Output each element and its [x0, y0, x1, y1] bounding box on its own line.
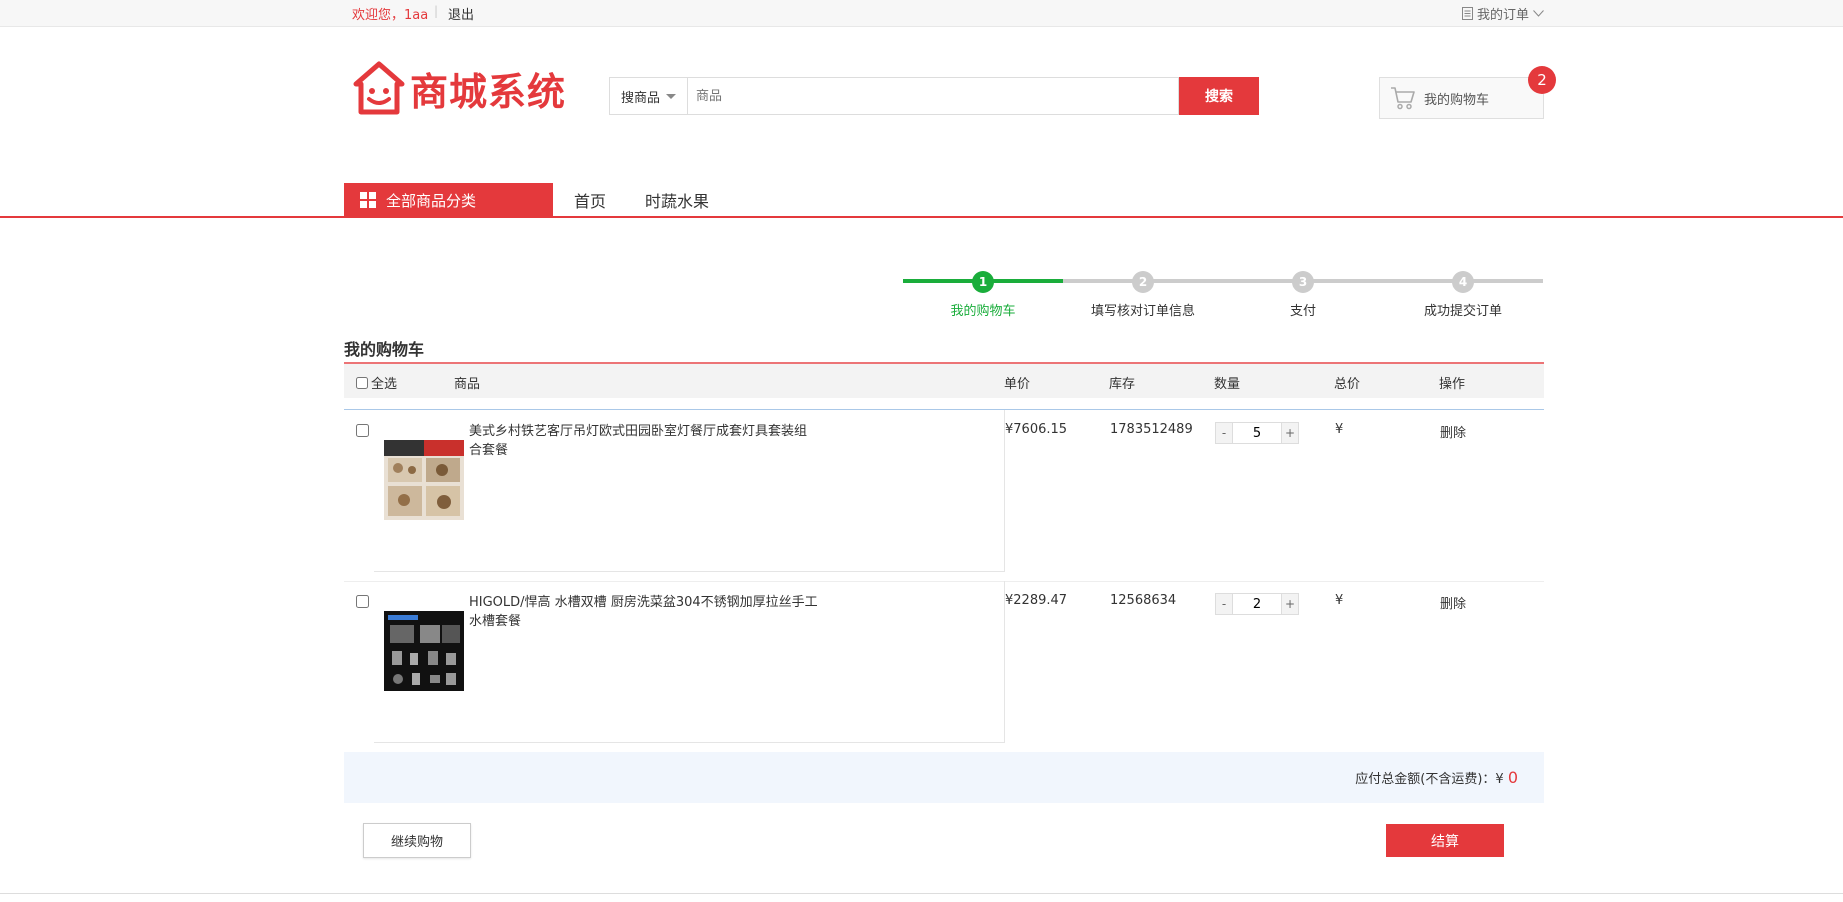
nav-link-vegetables-fruits[interactable]: 时蔬水果 — [645, 188, 709, 212]
step-3-dot: 3 — [1292, 271, 1314, 293]
chevron-down-icon — [1533, 10, 1544, 17]
continue-shopping-button[interactable]: 继续购物 — [363, 823, 471, 858]
delete-item-link[interactable]: 删除 — [1440, 593, 1466, 612]
cart-button[interactable]: 我的购物车 — [1379, 77, 1544, 119]
logout-link[interactable]: 退出 — [448, 4, 474, 23]
unit-price: ¥7606.15 — [1005, 422, 1068, 437]
search-input[interactable] — [687, 77, 1179, 115]
site-logo[interactable]: 商城系统 — [352, 60, 566, 116]
my-orders-label: 我的订单 — [1477, 8, 1530, 23]
col-goods: 商品 — [454, 377, 481, 392]
cart-row: 美式乡村铁艺客厅吊灯欧式田园卧室灯餐厅成套灯具套装组合套餐 ¥7606.15 1… — [344, 410, 1544, 580]
select-all[interactable]: 全选 — [356, 373, 397, 392]
nav-divider — [0, 216, 1843, 218]
caret-down-icon — [666, 93, 676, 99]
summary-value: 0 — [1507, 768, 1518, 787]
step-3-label: 支付 — [1289, 304, 1317, 319]
product-name[interactable]: 美式乡村铁艺客厅吊灯欧式田园卧室灯餐厅成套灯具套装组合套餐 — [469, 422, 819, 460]
search-button[interactable]: 搜索 — [1179, 77, 1259, 115]
decrease-quantity-button[interactable]: - — [1215, 593, 1233, 615]
house-smile-icon — [353, 61, 405, 115]
step-1-label: 我的购物车 — [950, 304, 1016, 319]
quantity-stepper: - + — [1215, 422, 1299, 444]
topbar-separator: | — [434, 4, 439, 18]
cart-table-header: 全选 商品 单价 库存 数量 总价 操作 — [344, 364, 1544, 398]
step-2-label: 填写核对订单信息 — [1090, 304, 1196, 319]
summary-label: 应付总金额(不含运费)：¥ — [1355, 772, 1508, 787]
cart-row: HIGOLD/悍高 水槽双槽 厨房洗菜盆304不锈钢加厚拉丝手工水槽套餐 ¥22… — [344, 581, 1544, 751]
checkout-steps: 1 2 3 4 我的购物车 填写核对订单信息 支付 成功提交订单 — [903, 270, 1543, 320]
quantity-input[interactable] — [1233, 593, 1281, 615]
order-summary: 应付总金额(不含运费)：¥ 0 — [344, 752, 1544, 803]
stock-count: 12568634 — [1110, 593, 1177, 608]
top-bar: 欢迎您，1aa | 退出 我的订单 — [0, 0, 1843, 27]
step-4-dot: 4 — [1452, 271, 1474, 293]
document-icon — [1462, 7, 1473, 20]
item-checkbox[interactable] — [356, 424, 369, 437]
footer-divider — [0, 893, 1843, 894]
select-all-checkbox[interactable] — [356, 377, 368, 389]
col-stock: 库存 — [1109, 377, 1136, 392]
search-bar: 搜商品 搜索 — [609, 77, 1259, 115]
unit-price: ¥2289.47 — [1005, 593, 1068, 608]
item-checkbox[interactable] — [356, 595, 369, 608]
my-orders-link[interactable]: 我的订单 — [1462, 4, 1544, 23]
col-total: 总价 — [1334, 377, 1361, 392]
nav-link-home[interactable]: 首页 — [574, 188, 606, 212]
summary-total: 应付总金额(不含运费)：¥ 0 — [1355, 768, 1518, 787]
step-4-label: 成功提交订单 — [1423, 304, 1503, 319]
delete-item-link[interactable]: 删除 — [1440, 422, 1466, 441]
all-categories-label: 全部商品分类 — [386, 191, 477, 210]
search-type-label: 搜商品 — [620, 90, 660, 106]
col-quantity: 数量 — [1214, 377, 1241, 392]
search-type-select[interactable]: 搜商品 — [609, 77, 687, 115]
step-2-dot: 2 — [1132, 271, 1154, 293]
grid-icon — [360, 192, 376, 208]
product-image-sink[interactable] — [384, 611, 464, 691]
col-action: 操作 — [1439, 377, 1466, 392]
product-name[interactable]: HIGOLD/悍高 水槽双槽 厨房洗菜盆304不锈钢加厚拉丝手工水槽套餐 — [469, 593, 819, 631]
welcome-text: 欢迎您，1aa — [352, 8, 429, 23]
stock-count: 1783512489 — [1110, 422, 1193, 437]
decrease-quantity-button[interactable]: - — [1215, 422, 1233, 444]
all-categories-button[interactable]: 全部商品分类 — [344, 183, 553, 217]
checkout-button[interactable]: 结算 — [1386, 824, 1504, 857]
select-all-label: 全选 — [371, 377, 398, 392]
logo-text: 商城系统 — [410, 69, 567, 114]
shopping-cart-icon — [1391, 87, 1415, 110]
quantity-input[interactable] — [1233, 422, 1281, 444]
cart-title: 我的购物车 — [344, 340, 425, 359]
increase-quantity-button[interactable]: + — [1281, 593, 1299, 615]
step-1-dot: 1 — [972, 271, 994, 293]
item-total: ¥ — [1335, 422, 1344, 437]
increase-quantity-button[interactable]: + — [1281, 422, 1299, 444]
cart-label: 我的购物车 — [1424, 92, 1490, 108]
cart-count-badge: 2 — [1528, 66, 1556, 94]
product-image-lamp[interactable] — [384, 440, 464, 520]
item-total: ¥ — [1335, 593, 1344, 608]
col-price: 单价 — [1004, 377, 1031, 392]
quantity-stepper: - + — [1215, 593, 1299, 615]
